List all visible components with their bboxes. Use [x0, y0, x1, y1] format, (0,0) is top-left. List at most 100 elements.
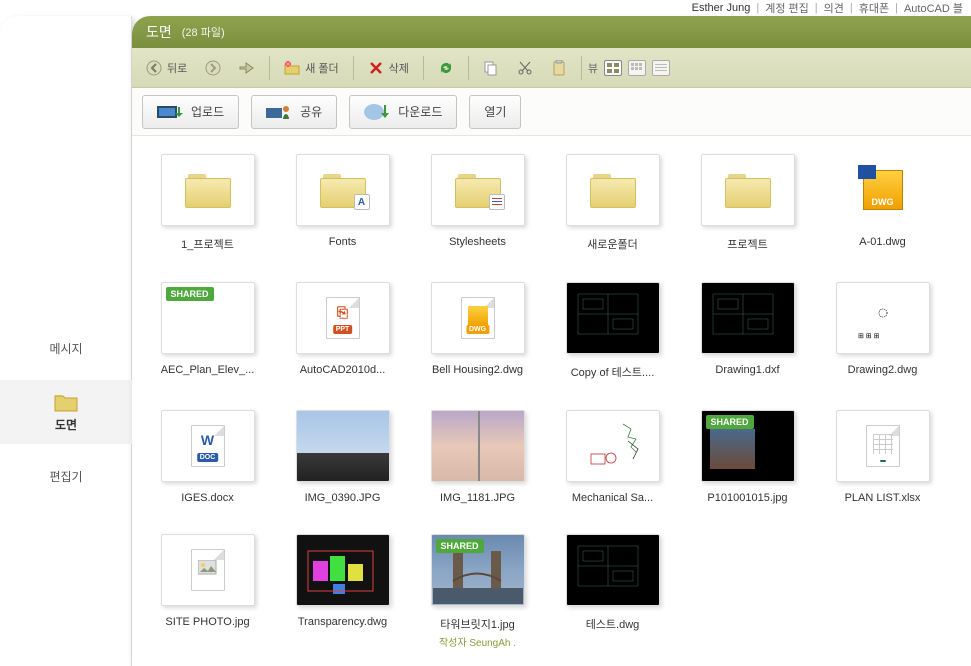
- file-name: Copy of 테스트....: [571, 364, 655, 380]
- file-name: 1_프로젝트: [181, 236, 234, 252]
- sidebar-item-editor[interactable]: 편집기: [0, 444, 132, 508]
- cut-button[interactable]: [509, 56, 541, 80]
- file-item[interactable]: Mechanical Sa...: [545, 410, 680, 504]
- toolbar: 뒤로 새 폴더 삭제: [132, 48, 971, 88]
- new-folder-label: 새 폴더: [305, 60, 338, 76]
- file-name: Bell Housing2.dwg: [432, 364, 523, 376]
- refresh-button[interactable]: [430, 56, 462, 80]
- file-grid: 1_프로젝트 A Fonts Stylesheets 새로운폴더 프로젝트 DW…: [132, 136, 971, 666]
- share-icon: [266, 103, 292, 121]
- svg-text:⊞ ⊞ ⊞: ⊞ ⊞ ⊞: [858, 333, 880, 340]
- open-button[interactable]: 열기: [469, 95, 521, 129]
- sidebar-item-label: 편집기: [49, 468, 82, 485]
- file-item[interactable]: Drawing1.dxf: [680, 282, 815, 380]
- view-small-icons-button[interactable]: [628, 60, 646, 76]
- action-bar: 업로드 공유 다운로드 열기: [132, 88, 971, 136]
- view-large-icons-button[interactable]: [604, 60, 622, 76]
- file-item[interactable]: ⎘PPT AutoCAD2010d...: [275, 282, 410, 380]
- up-icon: [239, 60, 255, 76]
- file-name: Fonts: [329, 236, 357, 248]
- file-item[interactable]: 1_프로젝트: [140, 154, 275, 252]
- file-item[interactable]: SHARED AEC_Plan_Elev_...: [140, 282, 275, 380]
- file-item[interactable]: A Fonts: [275, 154, 410, 252]
- file-name: Mechanical Sa...: [572, 492, 653, 504]
- file-name: 새로운폴더: [587, 236, 638, 252]
- download-button[interactable]: 다운로드: [349, 95, 457, 129]
- file-name: Transparency.dwg: [298, 616, 387, 628]
- file-item[interactable]: IMG_0390.JPG: [275, 410, 410, 504]
- new-folder-button[interactable]: 새 폴더: [276, 56, 346, 80]
- file-name: Drawing1.dxf: [715, 364, 779, 376]
- sidebar: 메시지 도면 편집기: [0, 16, 132, 666]
- up-button[interactable]: [231, 56, 263, 80]
- paste-button[interactable]: [543, 56, 575, 80]
- file-item[interactable]: SHARED P101001015.jpg: [680, 410, 815, 504]
- refresh-icon: [438, 60, 454, 76]
- file-item[interactable]: 테스트.dwg: [545, 534, 680, 649]
- delete-button[interactable]: 삭제: [360, 56, 417, 80]
- file-name: Stylesheets: [449, 236, 506, 248]
- download-icon: [364, 103, 390, 121]
- forward-icon: [205, 60, 221, 76]
- file-name: A-01.dwg: [859, 236, 905, 248]
- user-bar: Esther Jung | 계정 편집 | 의견 | 휴대폰 | AutoCAD…: [692, 0, 963, 16]
- view-list-button[interactable]: [652, 60, 670, 76]
- file-item[interactable]: ⊞ ⊞ ⊞ Drawing2.dwg: [815, 282, 950, 380]
- userbar-link-feedback[interactable]: 의견: [824, 0, 844, 16]
- back-button[interactable]: 뒤로: [138, 56, 195, 80]
- scissors-icon: [517, 60, 533, 76]
- upload-icon: [157, 103, 183, 121]
- file-name: 테스트.dwg: [586, 616, 640, 632]
- file-item[interactable]: 새로운폴더: [545, 154, 680, 252]
- file-item[interactable]: Copy of 테스트....: [545, 282, 680, 380]
- back-icon: [146, 60, 162, 76]
- upload-label: 업로드: [191, 103, 224, 120]
- delete-label: 삭제: [389, 60, 409, 76]
- file-name: P101001015.jpg: [707, 492, 787, 504]
- clipboard-icon: [551, 60, 567, 76]
- sidebar-item-messages[interactable]: 메시지: [0, 316, 132, 380]
- file-name: AEC_Plan_Elev_...: [161, 364, 255, 376]
- view-label: 뷰: [588, 60, 598, 76]
- sidebar-item-label: 도면: [55, 416, 77, 433]
- file-item[interactable]: DWG Bell Housing2.dwg: [410, 282, 545, 380]
- open-label: 열기: [484, 103, 506, 120]
- file-item[interactable]: Stylesheets: [410, 154, 545, 252]
- main-panel: 도면 (28 파일) 뒤로 새 폴더: [132, 16, 971, 666]
- file-item[interactable]: IMG_1181.JPG: [410, 410, 545, 504]
- file-name: IMG_1181.JPG: [440, 492, 515, 504]
- delete-icon: [368, 60, 384, 76]
- file-count: (28 파일): [182, 24, 225, 40]
- file-name: Drawing2.dwg: [848, 364, 918, 376]
- file-name: 프로젝트: [727, 236, 767, 252]
- file-item[interactable]: WDOC IGES.docx: [140, 410, 275, 504]
- file-name: IMG_0390.JPG: [305, 492, 381, 504]
- username: Esther Jung: [692, 2, 751, 14]
- share-label: 공유: [300, 103, 322, 120]
- sidebar-item-label: 메시지: [49, 340, 82, 357]
- file-item[interactable]: 프로젝트: [680, 154, 815, 252]
- file-name: SITE PHOTO.jpg: [165, 616, 249, 628]
- file-name: AutoCAD2010d...: [300, 364, 386, 376]
- userbar-link-autocad[interactable]: AutoCAD 블: [904, 0, 963, 16]
- file-item[interactable]: SHARED 타워브릿지1.jpg 작성자 SeungAh .: [410, 534, 545, 649]
- titlebar: 도면 (28 파일): [132, 16, 971, 48]
- sidebar-item-drawings[interactable]: 도면: [0, 380, 132, 444]
- file-name: IGES.docx: [181, 492, 234, 504]
- share-button[interactable]: 공유: [251, 95, 337, 129]
- forward-button[interactable]: [197, 56, 229, 80]
- upload-button[interactable]: 업로드: [142, 95, 239, 129]
- copy-button[interactable]: [475, 56, 507, 80]
- userbar-link-mobile[interactable]: 휴대폰: [859, 0, 889, 16]
- file-author: 작성자 SeungAh .: [439, 634, 516, 649]
- copy-icon: [483, 60, 499, 76]
- file-item[interactable]: DWG A-01.dwg: [815, 154, 950, 252]
- userbar-link-account[interactable]: 계정 편집: [765, 0, 809, 16]
- file-item[interactable]: Transparency.dwg: [275, 534, 410, 649]
- new-folder-icon: [284, 60, 300, 76]
- download-label: 다운로드: [398, 103, 442, 120]
- folder-icon: [54, 392, 78, 412]
- page-title: 도면: [146, 22, 172, 42]
- file-item[interactable]: SITE PHOTO.jpg: [140, 534, 275, 649]
- file-item[interactable]: PLAN LIST.xlsx: [815, 410, 950, 504]
